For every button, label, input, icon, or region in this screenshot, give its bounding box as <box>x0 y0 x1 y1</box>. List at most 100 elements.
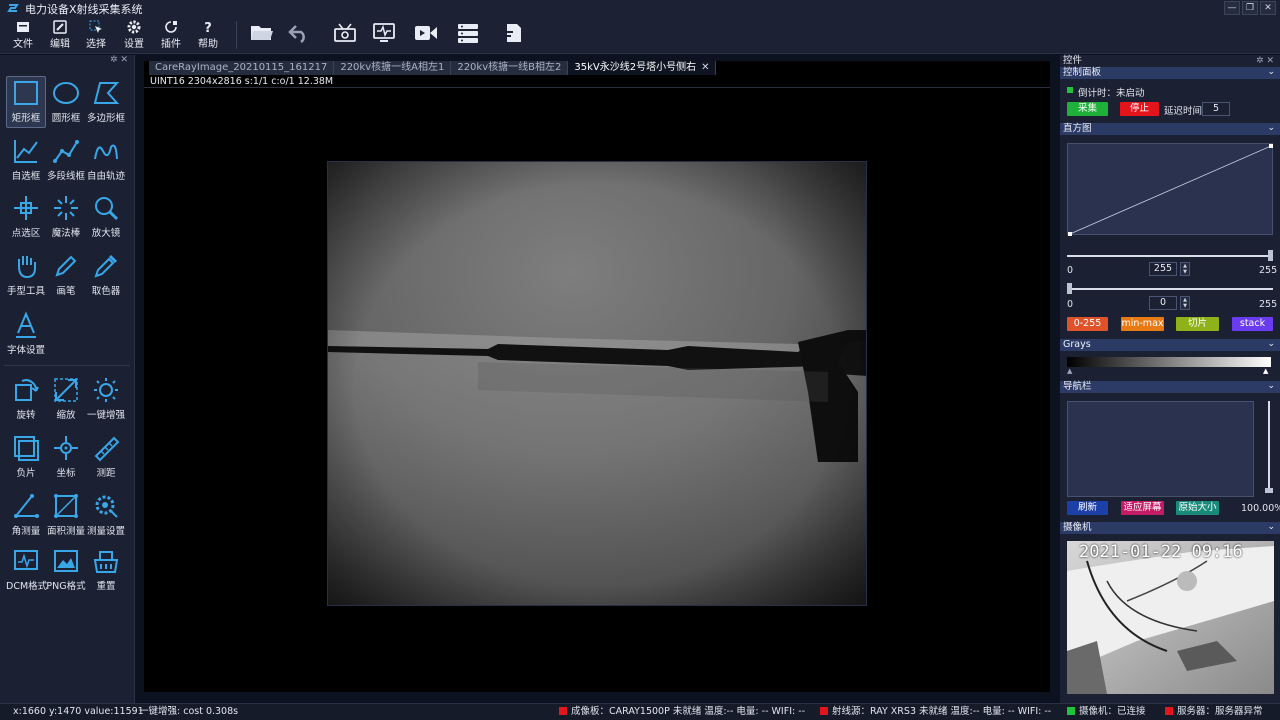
open-folder-icon[interactable] <box>250 22 274 44</box>
tab-careray-image[interactable]: CareRayImage_20210115_161217 <box>149 61 335 75</box>
section-control-panel[interactable]: 控制面板 ⌄ <box>1060 67 1280 79</box>
tool-negative[interactable]: 负片 <box>6 434 46 479</box>
tool-reset-label: 重置 <box>96 581 116 592</box>
tab-220kv-a-left1[interactable]: 220kv核搪一线A相左1 <box>334 61 452 75</box>
camera-status-dot-icon <box>1067 707 1075 715</box>
section-navigator[interactable]: 导航栏 ⌄ <box>1060 381 1280 393</box>
lower-slider-handle[interactable] <box>1067 283 1072 294</box>
gear-icon <box>127 20 141 34</box>
delay-label: 延迟时间 <box>1164 106 1203 117</box>
section-grays[interactable]: Grays ⌄ <box>1060 339 1280 351</box>
tool-measure-settings[interactable]: 测量设置 <box>86 492 126 537</box>
negative-icon <box>14 436 39 461</box>
tool-eyedropper[interactable]: 取色器 <box>86 252 126 297</box>
ruler-icon <box>94 436 120 462</box>
tool-distance[interactable]: 测距 <box>86 434 126 479</box>
delay-input[interactable]: 5 <box>1202 102 1230 116</box>
coordinate-icon <box>54 436 78 460</box>
menu-select[interactable]: 选择 <box>78 20 114 50</box>
stop-button[interactable]: 停止 <box>1120 102 1159 116</box>
menu-file[interactable]: 文件 <box>5 20 41 50</box>
tool-point-select[interactable]: 点选区 <box>6 194 46 239</box>
undo-icon[interactable] <box>288 22 310 44</box>
tool-point-select-label: 点选区 <box>11 228 41 239</box>
nav-zoom-handle[interactable] <box>1265 488 1273 493</box>
angle-measure-icon <box>14 494 39 518</box>
section-camera[interactable]: 摄像机 ⌄ <box>1060 522 1280 534</box>
grays-max-marker-icon[interactable]: ▲ <box>1263 367 1268 375</box>
xray-image-render <box>328 162 866 605</box>
tool-freehand[interactable]: 自由轨迹 <box>86 137 126 182</box>
tab-35kv-yongsha-right[interactable]: 35kV永沙线2号塔小号侧右 ✕ <box>568 61 717 75</box>
menu-settings[interactable]: 设置 <box>116 20 152 50</box>
restore-button[interactable]: ❐ <box>1242 1 1258 15</box>
tool-rectangle[interactable]: 矩形框 <box>6 76 46 128</box>
stack-button[interactable]: stack <box>1232 317 1273 331</box>
tool-dcm-format[interactable]: DCM格式 <box>6 547 47 592</box>
status-bar: x:1660 y:1470 value:11591 一键增强: cost 0.3… <box>0 703 1280 720</box>
tool-negative-label: 负片 <box>16 468 36 479</box>
tool-custom-select[interactable]: 自选框 <box>6 137 46 182</box>
grayscale-bar <box>1067 357 1271 367</box>
left-panel-pin[interactable]: ✲ ✕ <box>0 55 134 68</box>
tool-one-key-enhance[interactable]: 一键增强 <box>86 376 126 421</box>
lower-slider[interactable] <box>1067 288 1273 290</box>
histogram-plot[interactable] <box>1067 143 1273 236</box>
tool-area-measure-label: 面积测量 <box>46 526 85 537</box>
original-size-button[interactable]: 原始大小 <box>1176 501 1219 515</box>
close-button[interactable]: ✕ <box>1260 1 1276 15</box>
tool-polyline[interactable]: 多段线框 <box>46 137 86 182</box>
xray-image[interactable] <box>327 161 867 606</box>
refresh-button[interactable]: 刷新 <box>1067 501 1108 515</box>
video-camera-icon[interactable] <box>413 22 439 44</box>
slice-button[interactable]: 切片 <box>1176 317 1219 331</box>
lower-value-input[interactable]: 0 <box>1149 296 1177 310</box>
point-select-icon <box>14 196 38 220</box>
tool-png-format[interactable]: PNG格式 <box>46 547 86 592</box>
monitor-icon[interactable] <box>372 22 396 44</box>
dcm-format-icon <box>14 550 38 570</box>
fit-screen-button[interactable]: 适应屏幕 <box>1121 501 1164 515</box>
rotate-icon <box>15 379 39 401</box>
tab-close-icon[interactable]: ✕ <box>701 62 709 73</box>
nav-zoom-slider[interactable] <box>1268 401 1270 493</box>
collect-button[interactable]: 采集 <box>1067 102 1108 116</box>
range-0-255-button[interactable]: 0-255 <box>1067 317 1108 331</box>
upper-value-input[interactable]: 255 <box>1149 262 1177 276</box>
xray-device-icon[interactable] <box>333 22 357 44</box>
tool-circle[interactable]: 圆形框 <box>46 79 86 124</box>
upper-spin-arrows[interactable]: ▲ ▼ <box>1180 262 1190 276</box>
tool-coordinate[interactable]: 坐标 <box>46 434 86 479</box>
section-histogram[interactable]: 直方图 ⌄ <box>1060 123 1280 135</box>
server-icon[interactable] <box>456 22 480 44</box>
tool-magnifier[interactable]: 放大镜 <box>86 194 126 239</box>
lower-spin-arrows[interactable]: ▲ ▼ <box>1180 296 1190 310</box>
tool-eyedropper-label: 取色器 <box>91 286 121 297</box>
chevron-down-icon: ⌄ <box>1267 381 1275 391</box>
upper-slider[interactable] <box>1067 255 1273 257</box>
range-minmax-button[interactable]: min-max <box>1121 317 1164 331</box>
camera-timestamp: 2021-01-22 09:16 <box>1079 542 1243 562</box>
tool-angle-measure[interactable]: 角测量 <box>6 492 46 537</box>
tool-area-measure[interactable]: 面积测量 <box>46 492 86 537</box>
minimize-button[interactable]: — <box>1224 1 1240 15</box>
tool-font-settings[interactable]: 字体设置 <box>6 311 46 356</box>
tool-polygon[interactable]: 多边形框 <box>86 79 126 124</box>
tool-brush[interactable]: 画笔 <box>46 252 86 297</box>
upper-slider-handle[interactable] <box>1268 250 1273 261</box>
menu-plugins[interactable]: 插件 <box>153 20 189 50</box>
tool-hand[interactable]: 手型工具 <box>6 252 46 297</box>
navigator-preview[interactable] <box>1067 401 1254 497</box>
export-document-icon[interactable] <box>502 22 524 44</box>
tool-magic-wand[interactable]: 魔法棒 <box>46 194 86 239</box>
tool-divider <box>4 365 130 366</box>
tool-png-format-label: PNG格式 <box>46 581 86 592</box>
grays-min-marker-icon[interactable]: ▲ <box>1067 367 1072 375</box>
menu-help[interactable]: ? 帮助 <box>190 20 226 50</box>
camera-feed[interactable]: 2021-01-22 09:16 <box>1067 541 1274 694</box>
tool-rotate[interactable]: 旋转 <box>6 376 46 421</box>
tool-zoom[interactable]: 缩放 <box>46 376 86 421</box>
menu-edit[interactable]: 编辑 <box>42 20 78 50</box>
tool-reset[interactable]: 重置 <box>86 547 126 592</box>
tab-220kv-b-left2[interactable]: 220kv核搪一线B相左2 <box>451 61 569 75</box>
